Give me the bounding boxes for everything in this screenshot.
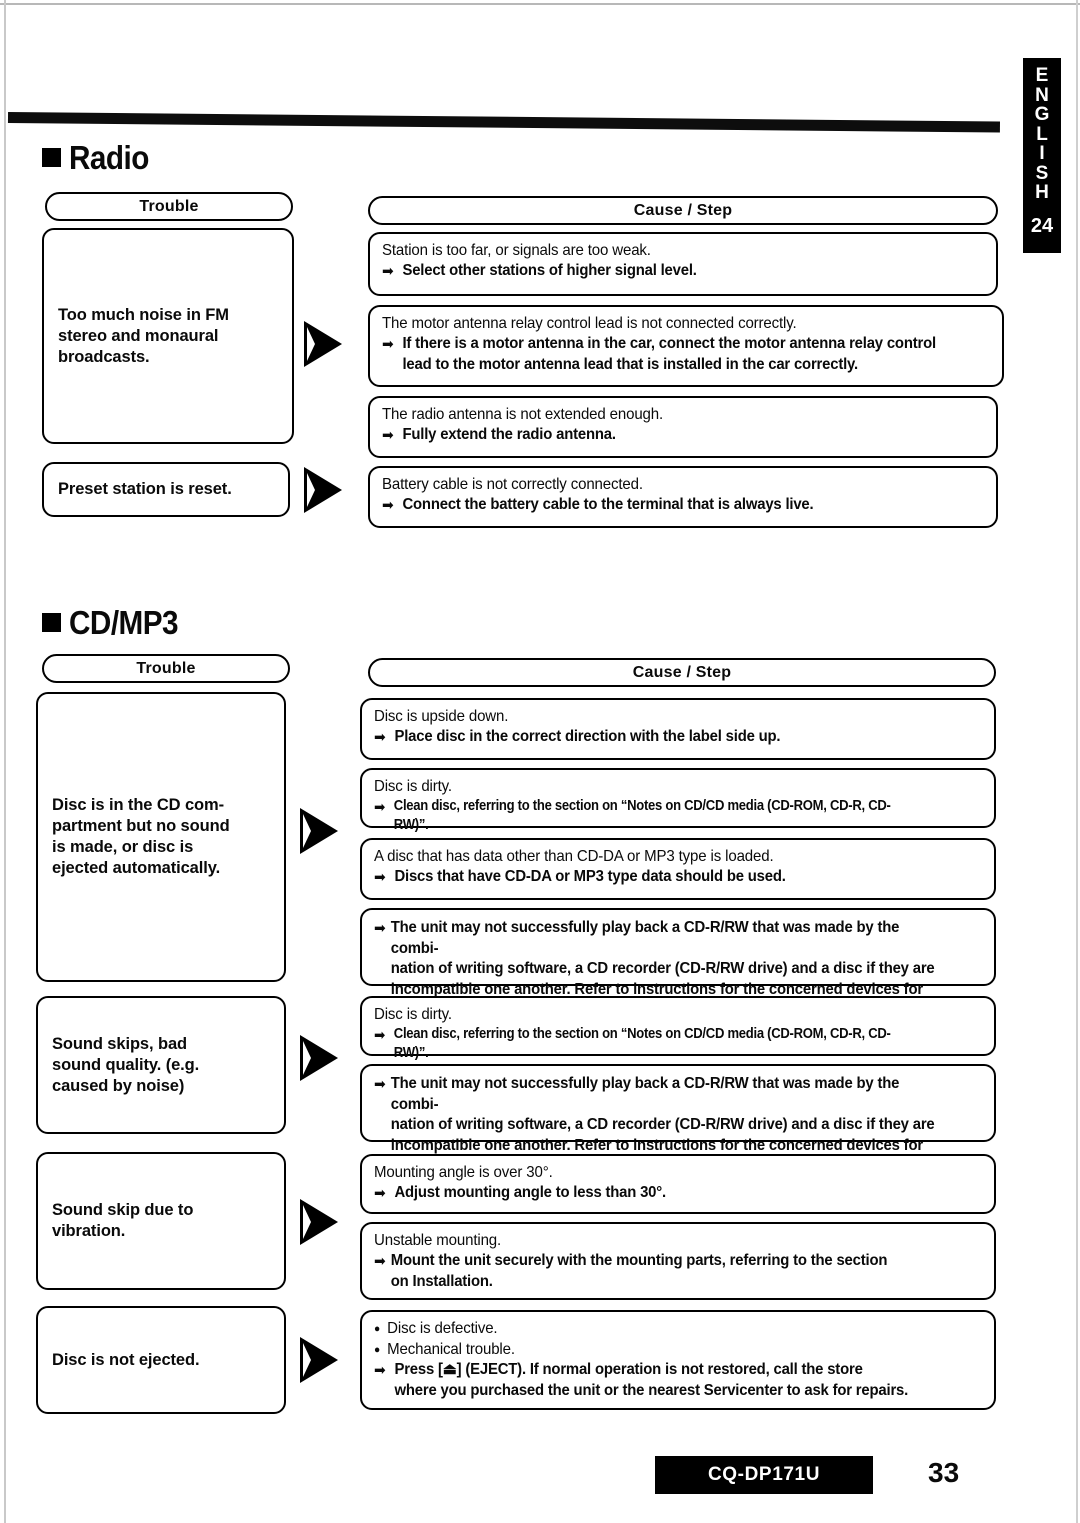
page-number: 33 — [928, 1457, 960, 1488]
table-row-cause-cell: The motor antenna relay control lead is … — [368, 305, 1004, 387]
page-top-edge — [0, 3, 1080, 5]
table-row-trouble-cell: Preset station is reset. — [42, 462, 290, 517]
cause-text: Disc is upside down. — [374, 708, 509, 725]
table-row-cause-cell: The radio antenna is not extended enough… — [368, 396, 998, 458]
step-text: Select other stations of higher signal l… — [382, 261, 944, 282]
cause-text: The radio antenna is not extended enough… — [382, 406, 664, 423]
table-row-cause-cell: The unit may not successfully play back … — [360, 1064, 996, 1174]
language-index-tab: E N G L I S H 24 — [1023, 58, 1061, 253]
table-row-cause-cell: A disc that has data other than CD-DA or… — [360, 838, 996, 900]
table-row-cause-cell: Disc is upside down. Place disc in the c… — [360, 698, 996, 760]
table-row-trouble-cell: Disc is not ejected. — [36, 1306, 286, 1414]
arrow-triangle-icon — [300, 318, 344, 370]
cause-text: Unstable mounting. — [374, 1232, 502, 1249]
page-right-edge — [1076, 0, 1078, 1523]
column-header-trouble-label: Trouble — [139, 197, 199, 215]
cause-text: Mounting angle is over 30°. — [374, 1164, 553, 1181]
section-heading-radio: Radio — [42, 141, 158, 174]
trouble-text: Disc is in the CD com- partment but no s… — [52, 796, 230, 877]
lang-letter-s: S — [1035, 162, 1049, 184]
lang-letter-e: E — [1035, 65, 1049, 86]
section-title-cdmp3: CD/MP3 — [69, 604, 179, 641]
language-tab-number: 24 — [1030, 214, 1054, 237]
step-text: Connect the battery cable to the termina… — [382, 495, 944, 516]
table-row-trouble-cell: Too much noise in FM stereo and monaural… — [42, 228, 294, 444]
section-heading-cdmp3: CD/MP3 — [42, 606, 190, 639]
step-text: Adjust mounting angle to less than 30°. — [374, 1183, 941, 1204]
step-text: Press [⏏] (EJECT). If normal operation i… — [374, 1360, 941, 1401]
table-row-cause-cell: Station is too far, or signals are too w… — [368, 232, 998, 296]
step-text: Mount the unit securely with the mountin… — [374, 1251, 941, 1292]
step-text: Place disc in the correct direction with… — [374, 727, 941, 748]
arrow-triangle-icon — [296, 1032, 340, 1084]
arrow-triangle-icon — [300, 464, 344, 516]
header-rule — [7, 112, 1001, 133]
table-row-cause-cell: Unstable mounting. Mount the unit secure… — [360, 1222, 996, 1300]
lang-letter-g: G — [1034, 104, 1050, 125]
table-row-cause-cell: Disc is dirty. Clean disc, referring to … — [360, 996, 996, 1061]
model-number-label: CQ-DP171U — [707, 1464, 821, 1485]
arrow-triangle-icon — [296, 1334, 340, 1386]
column-header-cause-label: Cause / Step — [632, 663, 732, 681]
step-text: Clean disc, referring to the section on … — [374, 797, 923, 835]
table-row-cause-cell: Battery cable is not correctly connected… — [368, 466, 998, 528]
cause-text: A disc that has data other than CD-DA or… — [374, 848, 774, 865]
cause-text: Battery cable is not correctly connected… — [382, 476, 643, 493]
trouble-text: Preset station is reset. — [58, 480, 232, 498]
model-number-bar: CQ-DP171U — [655, 1456, 873, 1494]
bullet-square-icon — [42, 613, 61, 632]
cause-text: Disc is dirty. — [374, 1006, 452, 1023]
cause-text: Station is too far, or signals are too w… — [382, 242, 651, 259]
trouble-text: Sound skips, bad sound quality. (e.g. ca… — [52, 1034, 200, 1095]
step-text: Fully extend the radio antenna. — [382, 425, 944, 446]
table-row-trouble-cell: Sound skip due to vibration. — [36, 1152, 286, 1290]
section-title-radio: Radio — [69, 139, 149, 176]
table-row-trouble-cell: Disc is in the CD com- partment but no s… — [36, 692, 286, 982]
step-text: If there is a motor antenna in the car, … — [382, 334, 949, 375]
trouble-text: Disc is not ejected. — [52, 1350, 200, 1369]
column-header-cause-label: Cause / Step — [633, 201, 733, 219]
table-row-cause-cell: Disc is defective. Mechanical trouble. P… — [360, 1310, 996, 1410]
column-header-cause-cdmp3: Cause / Step — [368, 658, 996, 687]
trouble-text: Too much noise in FM stereo and monaural… — [58, 305, 229, 366]
step-text: Clean disc, referring to the section on … — [374, 1025, 923, 1063]
table-row-cause-cell: Mounting angle is over 30°. Adjust mount… — [360, 1154, 996, 1214]
cause-bullet-text: Mechanical trouble. — [374, 1339, 947, 1361]
column-header-trouble-radio: Trouble — [45, 192, 293, 221]
table-row-trouble-cell: Sound skips, bad sound quality. (e.g. ca… — [36, 996, 286, 1134]
cause-bullet-text: Disc is defective. — [374, 1318, 947, 1340]
trouble-text: Sound skip due to vibration. — [52, 1201, 194, 1240]
lang-letter-n: N — [1035, 84, 1049, 106]
step-text: Discs that have CD-DA or MP3 type data s… — [374, 867, 941, 888]
cause-text: Disc is dirty. — [374, 778, 452, 795]
arrow-triangle-icon — [296, 1196, 340, 1248]
table-row-cause-cell: Disc is dirty. Clean disc, referring to … — [360, 768, 996, 833]
page-left-edge — [4, 0, 6, 1523]
lang-letter-l: L — [1036, 123, 1048, 145]
table-row-cause-cell: The unit may not successfully play back … — [360, 908, 996, 1018]
arrow-triangle-icon — [296, 805, 340, 857]
bullet-square-icon — [42, 148, 61, 167]
column-header-cause-radio: Cause / Step — [368, 196, 998, 225]
column-header-trouble-label: Trouble — [136, 659, 196, 677]
column-header-trouble-cdmp3: Trouble — [42, 654, 290, 683]
cause-text: The motor antenna relay control lead is … — [382, 315, 797, 332]
lang-letter-i: I — [1039, 143, 1045, 164]
lang-letter-h: H — [1035, 182, 1049, 203]
